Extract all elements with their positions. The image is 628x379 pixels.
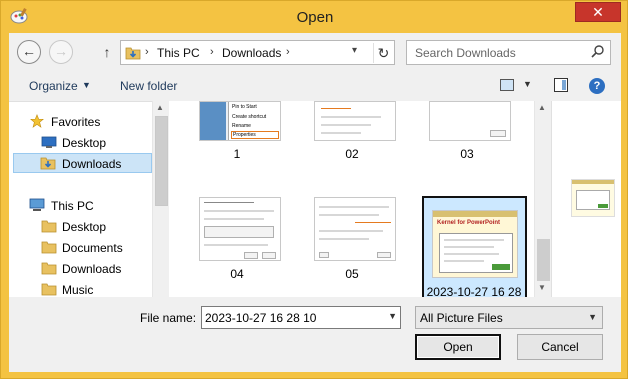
change-view-icon[interactable] <box>500 79 514 91</box>
file-thumbnail <box>429 101 511 141</box>
breadcrumb-separator: › <box>210 46 214 58</box>
close-button[interactable]: ✕ <box>575 2 621 22</box>
preview-pane <box>551 101 621 297</box>
file-name: 05 <box>345 267 359 281</box>
folder-icon <box>41 241 57 254</box>
preview-pane-icon[interactable] <box>554 78 568 92</box>
file-name: 03 <box>460 147 474 161</box>
folder-icon <box>41 220 57 233</box>
file-item[interactable]: 05 <box>302 197 402 287</box>
nav-favorites-label: Favorites <box>51 115 101 129</box>
file-item[interactable]: 02 <box>302 101 402 161</box>
nav-favorites-desktop[interactable]: Desktop <box>39 133 149 153</box>
file-name-label: File name: <box>140 311 197 325</box>
file-item[interactable]: 04 <box>187 197 287 287</box>
nav-item-label: Desktop <box>62 136 107 150</box>
folder-icon <box>41 262 57 275</box>
computer-icon <box>29 198 45 211</box>
file-thumbnail: Pin to Start Create shortcut Rename Prop… <box>199 101 281 141</box>
file-thumbnail <box>314 197 396 261</box>
file-list: Pin to Start Create shortcut Rename Prop… <box>169 101 534 297</box>
file-name: 2023-10-27 16 28 10 <box>426 285 522 297</box>
downloads-folder-icon <box>40 157 56 170</box>
nav-this-pc-label: This PC <box>51 199 94 213</box>
scroll-up-icon[interactable]: ▲ <box>156 103 164 112</box>
help-icon[interactable]: ? <box>589 78 605 94</box>
file-item-selected[interactable]: Kernel for PowerPoint 2023-10-27 16 28 1… <box>422 196 527 297</box>
navigation-pane: Favorites Desktop Downloads This PC Desk… <box>9 101 152 297</box>
address-dropdown-icon[interactable]: ▾ <box>352 45 357 56</box>
breadcrumb-this-pc[interactable]: This PC <box>157 46 200 60</box>
thumbnail-text: Create shortcut <box>232 114 267 120</box>
scroll-thumb[interactable] <box>155 116 168 206</box>
scroll-up-icon[interactable]: ▲ <box>538 103 546 112</box>
open-dialog: Open ✕ ← → ↑ › This PC › Downloads › ▾ ↻ <box>0 0 628 379</box>
nav-pc-downloads[interactable]: Downloads <box>39 259 149 279</box>
nav-item-label: Downloads <box>62 157 122 171</box>
star-icon <box>30 114 44 128</box>
view-options-dropdown-icon[interactable]: ▼ <box>523 79 532 89</box>
up-button[interactable]: ↑ <box>99 42 115 62</box>
nav-favorites-downloads[interactable]: Downloads <box>13 153 152 173</box>
thumbnail-text: Properties <box>233 132 256 138</box>
organize-button[interactable]: Organize <box>29 79 78 93</box>
file-item[interactable]: Pin to Start Create shortcut Rename Prop… <box>187 101 287 161</box>
file-name: 1 <box>233 147 241 161</box>
chevron-down-icon[interactable]: ▼ <box>588 312 597 322</box>
nav-item-label: Music <box>62 283 94 297</box>
scroll-down-icon[interactable]: ▼ <box>538 283 546 292</box>
nav-pc-documents[interactable]: Documents <box>39 238 149 258</box>
file-name: 04 <box>230 267 244 281</box>
thumbnail-title: Kernel for PowerPoint <box>437 220 501 226</box>
file-thumbnail <box>199 197 281 261</box>
breadcrumb-downloads[interactable]: Downloads <box>222 46 281 60</box>
window-title: Open <box>296 9 334 26</box>
cancel-button[interactable]: Cancel <box>517 334 603 360</box>
file-type-select[interactable]: All Picture Files ▼ <box>415 306 603 329</box>
file-list-scrollbar[interactable]: ▲ ▼ <box>534 101 551 297</box>
nav-pc-music[interactable]: Music <box>39 280 149 297</box>
nav-item-label: Documents <box>62 241 123 255</box>
refresh-button[interactable]: ↻ <box>373 43 393 63</box>
chevron-down-icon[interactable]: ▼ <box>388 311 397 321</box>
new-folder-button[interactable]: New folder <box>120 79 177 93</box>
forward-button[interactable]: → <box>49 40 73 64</box>
nav-item-label: Downloads <box>62 262 122 276</box>
organize-dropdown-icon[interactable]: ▼ <box>82 80 91 90</box>
file-thumbnail <box>314 101 396 141</box>
nav-pane-scrollbar[interactable]: ▲ <box>152 101 169 297</box>
breadcrumb-separator: › <box>145 46 149 58</box>
search-input[interactable] <box>407 41 587 64</box>
thumbnail-text: Rename <box>232 123 251 129</box>
file-thumbnail: Kernel for PowerPoint <box>432 210 518 278</box>
preview-image <box>571 179 615 217</box>
open-button[interactable]: Open <box>415 334 501 360</box>
title-bar: Open ✕ <box>1 1 628 33</box>
desktop-icon <box>41 136 57 148</box>
thumbnail-text: Pin to Start <box>232 104 257 110</box>
file-name-combobox[interactable]: ▼ <box>201 306 401 329</box>
command-toolbar: Organize ▼ New folder ▼ ? <box>9 70 621 100</box>
address-bar[interactable]: › This PC › Downloads › ▾ ↻ <box>120 40 395 65</box>
scroll-thumb[interactable] <box>537 239 550 281</box>
folder-icon <box>41 283 57 296</box>
search-icon[interactable] <box>590 44 606 60</box>
file-type-value: All Picture Files <box>420 311 503 325</box>
dialog-client: ← → ↑ › This PC › Downloads › ▾ ↻ Organi <box>9 33 621 372</box>
back-button[interactable]: ← <box>17 40 41 64</box>
downloads-folder-icon <box>125 47 141 60</box>
nav-item-label: Desktop <box>62 220 107 234</box>
file-item[interactable]: 03 <box>417 101 517 161</box>
breadcrumb-separator: › <box>286 46 290 58</box>
nav-this-pc[interactable]: This PC <box>27 196 147 216</box>
nav-pc-desktop[interactable]: Desktop <box>39 217 149 237</box>
file-name: 02 <box>345 147 359 161</box>
nav-favorites[interactable]: Favorites <box>27 112 147 132</box>
file-name-input[interactable] <box>202 307 382 328</box>
search-box[interactable] <box>406 40 611 65</box>
